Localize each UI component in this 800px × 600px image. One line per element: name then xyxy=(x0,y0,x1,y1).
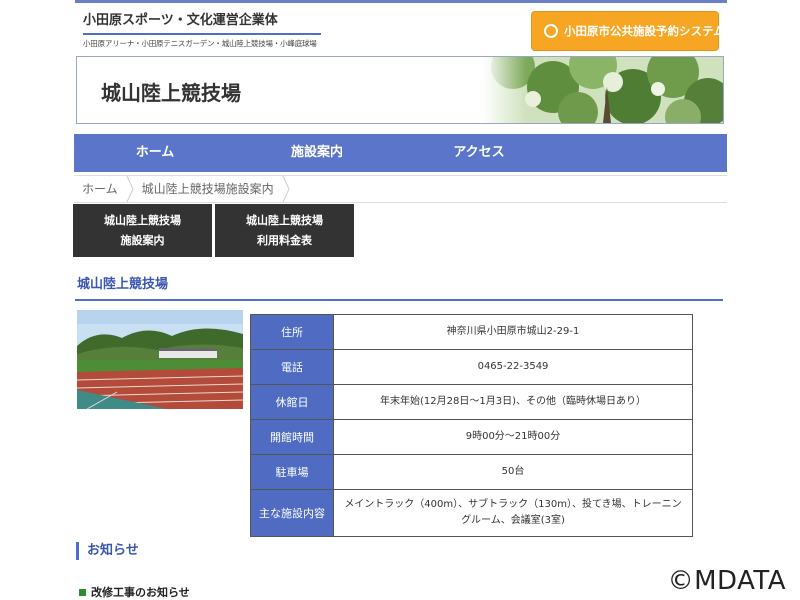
section-title: 城山陸上競技場 xyxy=(77,277,169,292)
tab-facility-guide-line1: 城山陸上競技場 xyxy=(104,213,181,227)
news-item-label: 改修工事のお知らせ xyxy=(91,586,190,599)
row-label-facilities: 主な施設内容 xyxy=(250,489,334,537)
row-label-address: 住所 xyxy=(250,314,334,350)
circle-icon xyxy=(544,24,558,38)
row-value-address: 神奈川県小田原市城山2-29-1 xyxy=(333,314,693,350)
row-label-closed-days: 休館日 xyxy=(250,384,334,420)
news-item[interactable]: 改修工事のお知らせ xyxy=(79,584,190,600)
stadium-photo xyxy=(77,310,243,409)
page-title: 城山陸上競技場 xyxy=(101,81,241,105)
tab-fee-table-line2: 利用料金表 xyxy=(257,233,312,247)
hero-banner: 城山陸上競技場 xyxy=(76,56,724,124)
tab-fee-table[interactable]: 城山陸上競技場 利用料金表 xyxy=(215,204,354,257)
row-label-phone: 電話 xyxy=(250,349,334,385)
main-nav: ホーム 施設案内 アクセス xyxy=(74,134,727,172)
sub-tabs: 城山陸上競技場 施設案内 城山陸上競技場 利用料金表 xyxy=(73,204,354,257)
section-divider xyxy=(75,299,723,301)
tab-facility-guide-line2: 施設案内 xyxy=(120,233,165,247)
nav-access[interactable]: アクセス xyxy=(398,134,560,172)
row-value-closed-days: 年末年始(12月28日～1月3日)、その他（臨時休場日あり） xyxy=(333,384,693,420)
brand-title: 小田原スポーツ・文化運営企業体 xyxy=(83,13,278,28)
tree-photo xyxy=(483,57,723,123)
row-value-facilities: メイントラック（400m）、サブトラック（130m）、投てき場、トレーニングルー… xyxy=(333,489,693,537)
chevron-right-icon xyxy=(282,176,290,202)
table-row: 電話 0465-22-3549 xyxy=(250,349,693,385)
breadcrumb-current: 城山陸上競技場施設案内 xyxy=(141,182,274,196)
brand-subtitle: 小田原アリーナ・小田原テニスガーデン・城山陸上競技場・小峰庭球場 xyxy=(83,39,317,48)
row-value-hours: 9時00分～21時00分 xyxy=(333,419,693,455)
reservation-system-button[interactable]: 小田原市公共施設予約システム xyxy=(531,11,725,51)
table-row: 駐車場 50台 xyxy=(250,454,693,490)
row-label-hours: 開館時間 xyxy=(250,419,334,455)
reservation-system-label: 小田原市公共施設予約システム xyxy=(564,24,725,38)
breadcrumb-home[interactable]: ホーム xyxy=(74,176,126,202)
table-row: 休館日 年末年始(12月28日～1月3日)、その他（臨時休場日あり） xyxy=(250,384,693,420)
tab-facility-guide[interactable]: 城山陸上競技場 施設案内 xyxy=(73,204,212,257)
facility-info-table: 住所 神奈川県小田原市城山2-29-1 電話 0465-22-3549 休館日 … xyxy=(250,314,693,537)
watermark: ©MDATA xyxy=(667,566,786,596)
table-row: 住所 神奈川県小田原市城山2-29-1 xyxy=(250,314,693,350)
row-label-parking: 駐車場 xyxy=(250,454,334,490)
nav-home[interactable]: ホーム xyxy=(74,134,236,172)
brand-divider xyxy=(83,33,321,35)
brand-block: 小田原スポーツ・文化運営企業体 小田原アリーナ・小田原テニスガーデン・城山陸上競… xyxy=(83,12,323,48)
row-value-phone: 0465-22-3549 xyxy=(333,349,693,385)
nav-facility-guide[interactable]: 施設案内 xyxy=(236,134,398,172)
news-heading: お知らせ xyxy=(76,542,139,560)
row-value-parking: 50台 xyxy=(333,454,693,490)
table-row: 主な施設内容 メイントラック（400m）、サブトラック（130m）、投てき場、ト… xyxy=(250,489,693,537)
chevron-right-icon xyxy=(126,176,134,202)
square-bullet-icon xyxy=(79,588,86,596)
tab-fee-table-line1: 城山陸上競技場 xyxy=(246,213,323,227)
table-row: 開館時間 9時00分～21時00分 xyxy=(250,419,693,455)
top-accent-line xyxy=(75,0,727,3)
breadcrumb: ホーム 城山陸上競技場施設案内 xyxy=(74,175,727,203)
